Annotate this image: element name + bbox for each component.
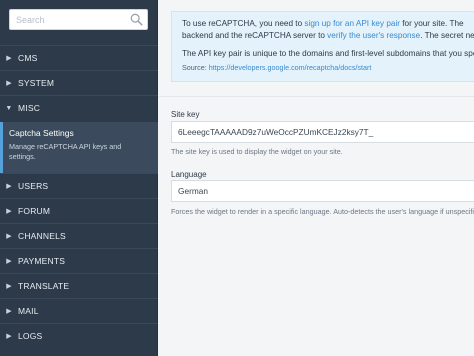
info-text: backend and the reCAPTCHA server to — [182, 31, 328, 40]
search-icon[interactable] — [130, 13, 143, 26]
site-key-label: Site key — [171, 110, 200, 119]
sidebar-item-label: MAIL — [18, 306, 39, 316]
sidebar-item-channels[interactable]: ▶ CHANNELS — [0, 223, 158, 248]
sidebar-item-misc[interactable]: ▼ MISC — [0, 95, 158, 120]
site-key-field[interactable]: 6LeeegcTAAAAAD9z7uWeOccPZUmKCEJz2ksy7T_ — [171, 121, 474, 143]
caret-right-icon: ▶ — [6, 258, 12, 265]
caret-right-icon: ▶ — [6, 55, 12, 62]
sidebar-item-logs[interactable]: ▶ LOGS — [0, 323, 158, 348]
info-text: for your site. The — [400, 19, 464, 28]
info-line: backend and the reCAPTCHA server to veri… — [182, 30, 474, 42]
sidebar-item-forum[interactable]: ▶ FORUM — [0, 198, 158, 223]
caret-down-icon: ▼ — [5, 104, 13, 112]
sidebar-item-payments[interactable]: ▶ PAYMENTS — [0, 248, 158, 273]
sidebar-item-label: LOGS — [18, 331, 43, 341]
sidebar-item-label: PAYMENTS — [18, 256, 66, 266]
caret-right-icon: ▶ — [6, 233, 12, 240]
site-key-help: The site key is used to display the widg… — [171, 147, 343, 156]
sidebar-item-label: CHANNELS — [18, 231, 66, 241]
caret-right-icon: ▶ — [6, 333, 12, 340]
divider — [159, 96, 474, 97]
search-box — [9, 9, 148, 30]
sidebar-item-label: MISC — [18, 103, 41, 113]
info-line: The API key pair is unique to the domain… — [182, 49, 474, 58]
source-link[interactable]: https://developers.google.com/recaptcha/… — [209, 63, 372, 72]
caret-right-icon: ▶ — [6, 308, 12, 315]
info-source: Source: https://developers.google.com/re… — [182, 63, 474, 72]
sidebar-item-label: CMS — [18, 53, 38, 63]
caret-right-icon: ▶ — [6, 183, 12, 190]
sidebar-item-label: TRANSLATE — [18, 281, 70, 291]
verify-response-link[interactable]: verify the user's response — [327, 31, 420, 40]
language-select[interactable]: German — [171, 180, 474, 202]
info-box: To use reCAPTCHA, you need to sign up fo… — [171, 11, 474, 82]
sidebar-item-title: Captcha Settings — [9, 128, 74, 138]
sidebar-item-label: SYSTEM — [18, 78, 55, 88]
source-label: Source: — [182, 63, 209, 72]
info-text: . The secret ne — [420, 31, 474, 40]
sidebar-item-captcha-settings[interactable]: Captcha Settings Manage reCAPTCHA API ke… — [0, 122, 158, 173]
sidebar-item-label: FORUM — [18, 206, 51, 216]
search-input[interactable] — [9, 9, 148, 30]
sidebar-item-cms[interactable]: ▶ CMS — [0, 45, 158, 70]
sidebar-item-mail[interactable]: ▶ MAIL — [0, 298, 158, 323]
info-line: To use reCAPTCHA, you need to sign up fo… — [182, 18, 474, 30]
info-text: To use reCAPTCHA, you need to — [182, 19, 305, 28]
sidebar-item-translate[interactable]: ▶ TRANSLATE — [0, 273, 158, 298]
sidebar-item-system[interactable]: ▶ SYSTEM — [0, 70, 158, 95]
caret-right-icon: ▶ — [6, 283, 12, 290]
caret-right-icon: ▶ — [6, 80, 12, 87]
sidebar: ▶ CMS ▶ SYSTEM ▼ MISC Captcha Settings M… — [0, 0, 158, 356]
signup-api-key-link[interactable]: sign up for an API key pair — [304, 19, 400, 28]
language-label: Language — [171, 170, 207, 179]
sidebar-item-users[interactable]: ▶ USERS — [0, 173, 158, 198]
sidebar-item-description: Manage reCAPTCHA API keys and settings. — [9, 142, 122, 161]
language-help: Forces the widget to render in a specifi… — [171, 207, 474, 216]
main-content: To use reCAPTCHA, you need to sign up fo… — [159, 0, 474, 356]
sidebar-item-label: USERS — [18, 181, 49, 191]
caret-right-icon: ▶ — [6, 208, 12, 215]
